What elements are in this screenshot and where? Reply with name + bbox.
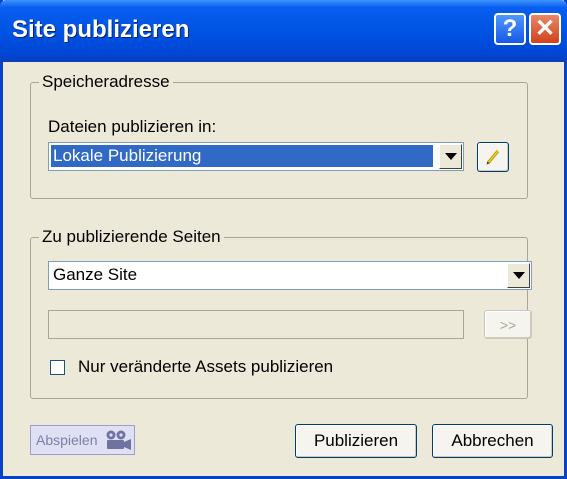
pages-group-label: Zu publizierende Seiten [39,227,224,247]
changed-assets-label[interactable]: Nur veränderte Assets publizieren [78,357,333,377]
cancel-label: Abbrechen [451,431,534,450]
page-path-field [48,310,464,339]
location-group: Speicheradresse [30,72,528,199]
play-label: Abspielen [36,432,98,448]
changed-assets-checkbox[interactable] [50,360,65,375]
play-button: Abspielen [30,425,135,455]
publish-location-select[interactable]: Lokale Publizierung [48,142,464,171]
camera-icon [106,430,131,450]
help-button[interactable]: ? [494,13,526,45]
pencil-icon [486,150,500,165]
pages-select-value: Ganze Site [53,265,138,284]
publish-button[interactable]: Publizieren [295,424,417,458]
help-icon: ? [502,15,518,42]
location-group-label: Speicheradresse [39,72,173,92]
chevron-down-icon[interactable] [507,263,530,288]
pages-select[interactable]: Ganze Site [48,261,532,290]
browse-label: >> [499,316,517,333]
title-bar[interactable]: Site publizieren ? ✕ [0,0,567,62]
close-button[interactable]: ✕ [529,13,561,45]
browse-button: >> [484,310,532,339]
window-title: Site publizieren [12,16,190,43]
cancel-button[interactable]: Abbrechen [432,424,553,458]
chevron-down-icon[interactable] [439,144,462,169]
close-icon: ✕ [534,15,556,42]
publish-label: Publizieren [313,431,399,450]
edit-location-button[interactable] [477,142,509,172]
publish-site-dialog: Site publizieren ? ✕ Speicheradresse Dat… [0,0,567,479]
publish-to-label: Dateien publizieren in: [48,117,217,136]
publish-location-value: Lokale Publizierung [51,145,433,167]
